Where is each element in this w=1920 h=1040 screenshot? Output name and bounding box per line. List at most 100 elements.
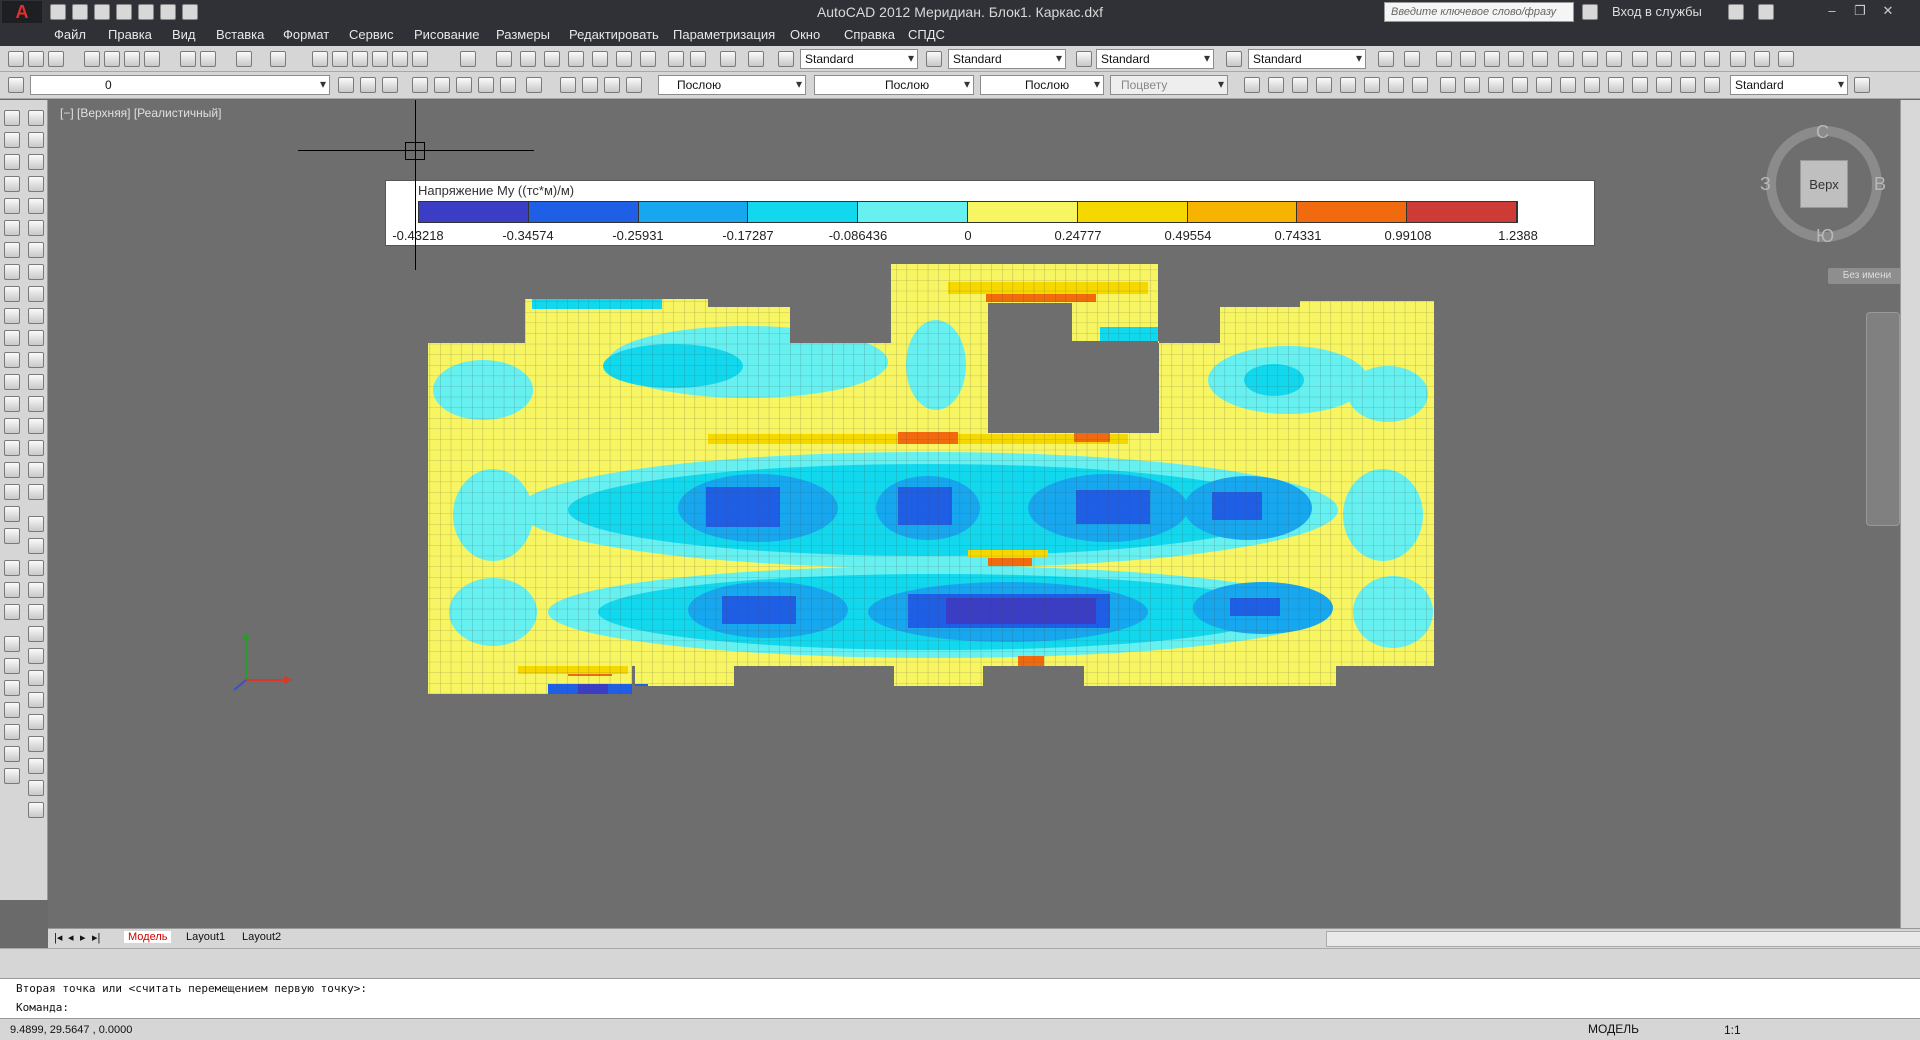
tab-model[interactable]: Модель bbox=[124, 931, 172, 943]
diameter-dim-icon[interactable] bbox=[28, 626, 44, 642]
snap-extension-icon[interactable] bbox=[1532, 51, 1548, 67]
menu-view[interactable]: Вид bbox=[172, 27, 196, 42]
baseline-dim-icon[interactable] bbox=[28, 692, 44, 708]
coordinates-readout[interactable]: 9.4899, 29.5647 , 0.0000 bbox=[10, 1024, 132, 1036]
compass-south[interactable]: Ю bbox=[1816, 226, 1834, 247]
viewcube[interactable]: Верх С Ю З В bbox=[1754, 110, 1886, 246]
arc-length-icon[interactable] bbox=[1292, 77, 1308, 93]
copy-icon[interactable] bbox=[200, 51, 216, 67]
arc-icon[interactable] bbox=[4, 220, 20, 236]
osnap-temporary-icon[interactable] bbox=[1378, 51, 1394, 67]
layer-icon[interactable] bbox=[4, 636, 20, 652]
zoom-extents-icon[interactable] bbox=[568, 51, 584, 67]
angular-dim-icon[interactable] bbox=[28, 648, 44, 664]
layer-isolate-icon[interactable] bbox=[720, 51, 736, 67]
dim-style-icon[interactable] bbox=[926, 51, 942, 67]
linetype-select[interactable]: Послою bbox=[814, 75, 974, 95]
layer-delete-icon[interactable] bbox=[4, 768, 20, 784]
blend-icon[interactable] bbox=[28, 462, 44, 478]
dim-style-select-2[interactable]: Standard bbox=[1730, 75, 1848, 95]
cut-icon[interactable] bbox=[180, 51, 196, 67]
make-block-icon[interactable] bbox=[4, 374, 20, 390]
snap-perpendicular-icon[interactable] bbox=[1632, 51, 1648, 67]
text-style-icon[interactable] bbox=[778, 51, 794, 67]
snap-insert-icon[interactable] bbox=[1680, 51, 1696, 67]
angular-dim-icon[interactable] bbox=[1412, 77, 1428, 93]
extend-icon[interactable] bbox=[28, 330, 44, 346]
layer-walk-icon[interactable] bbox=[526, 77, 542, 93]
layer-off-icon[interactable] bbox=[412, 77, 428, 93]
break-at-point-icon[interactable] bbox=[28, 352, 44, 368]
dim-style-select[interactable]: Standard bbox=[948, 49, 1066, 69]
menu-spds[interactable]: СПДС bbox=[908, 27, 945, 42]
menu-file[interactable]: Файл bbox=[54, 27, 86, 42]
markup-icon[interactable] bbox=[392, 51, 408, 67]
dim-style-manager-icon[interactable] bbox=[1854, 77, 1870, 93]
inspection-icon[interactable] bbox=[1608, 77, 1624, 93]
zoom-previous-icon[interactable] bbox=[544, 51, 560, 67]
snap-from-icon[interactable] bbox=[1404, 51, 1420, 67]
continue-dim-icon[interactable] bbox=[1488, 77, 1504, 93]
array-icon[interactable] bbox=[4, 604, 20, 620]
navigation-bar[interactable] bbox=[1866, 312, 1900, 526]
jogged-linear-icon[interactable] bbox=[1632, 77, 1648, 93]
dim-edit-icon[interactable] bbox=[1656, 77, 1672, 93]
group-icon[interactable] bbox=[4, 560, 20, 576]
zoom-out-icon[interactable] bbox=[616, 51, 632, 67]
menu-insert[interactable]: Вставка bbox=[216, 27, 264, 42]
quick-dim-icon[interactable] bbox=[28, 670, 44, 686]
sheet-set-icon[interactable] bbox=[372, 51, 388, 67]
insert-block-icon[interactable] bbox=[4, 352, 20, 368]
undo-icon[interactable] bbox=[236, 51, 252, 67]
tab-layout1[interactable]: Layout1 bbox=[182, 931, 229, 943]
command-line[interactable]: Вторая точка или <считать перемещением п… bbox=[0, 978, 1920, 1018]
region-icon[interactable] bbox=[4, 462, 20, 478]
tolerance-icon[interactable] bbox=[28, 736, 44, 752]
compass-west[interactable]: З bbox=[1760, 174, 1771, 195]
restore-button[interactable]: ❐ bbox=[1846, 0, 1874, 22]
help-icon[interactable] bbox=[460, 51, 476, 67]
snap-apparent-intersection-icon[interactable] bbox=[1508, 51, 1524, 67]
close-button[interactable]: ✕ bbox=[1874, 0, 1902, 22]
new-icon[interactable] bbox=[8, 51, 24, 67]
array-icon[interactable] bbox=[28, 198, 44, 214]
save-icon[interactable] bbox=[48, 51, 64, 67]
linear-dim-icon[interactable] bbox=[28, 516, 44, 532]
dim-space-icon[interactable] bbox=[1512, 77, 1528, 93]
layer-walk-icon[interactable] bbox=[4, 746, 20, 762]
fillet-icon[interactable] bbox=[28, 440, 44, 456]
properties-icon[interactable] bbox=[312, 51, 328, 67]
layer-thaw-all-icon[interactable] bbox=[582, 77, 598, 93]
ellipse-icon[interactable] bbox=[4, 308, 20, 324]
tool-palettes-icon[interactable] bbox=[352, 51, 368, 67]
search-input[interactable]: Введите ключевое слово/фразу bbox=[1384, 2, 1574, 22]
zoom-window-icon[interactable] bbox=[520, 51, 536, 67]
horizontal-scrollbar[interactable] bbox=[1326, 931, 1920, 947]
plot-icon[interactable] bbox=[160, 4, 176, 20]
quick-dim-icon[interactable] bbox=[1440, 77, 1456, 93]
redo-icon[interactable] bbox=[270, 51, 286, 67]
table-style-icon[interactable] bbox=[1076, 51, 1092, 67]
chamfer-icon[interactable] bbox=[28, 418, 44, 434]
break-icon[interactable] bbox=[28, 374, 44, 390]
trim-icon[interactable] bbox=[28, 308, 44, 324]
polyline-icon[interactable] bbox=[4, 154, 20, 170]
polygon-icon[interactable] bbox=[4, 176, 20, 192]
compass-north[interactable]: С bbox=[1816, 122, 1829, 143]
model-space-button[interactable]: МОДЕЛЬ bbox=[1588, 1022, 1639, 1036]
menu-edit[interactable]: Правка bbox=[108, 27, 152, 42]
layer-walk-icon[interactable] bbox=[748, 51, 764, 67]
new-icon[interactable] bbox=[50, 4, 66, 20]
aligned-dim-icon[interactable] bbox=[28, 538, 44, 554]
menu-help[interactable]: Справка bbox=[844, 27, 895, 42]
snap-none-icon[interactable] bbox=[1754, 51, 1770, 67]
dim-break-icon[interactable] bbox=[1536, 77, 1552, 93]
3d-print-icon[interactable] bbox=[144, 51, 160, 67]
command-prompt[interactable]: Команда: bbox=[16, 1001, 69, 1014]
layer-states-icon[interactable] bbox=[668, 51, 684, 67]
menu-modify[interactable]: Редактировать bbox=[569, 27, 659, 42]
tab-layout2[interactable]: Layout2 bbox=[238, 931, 285, 943]
continue-dim-icon[interactable] bbox=[28, 714, 44, 730]
center-mark-icon[interactable] bbox=[1584, 77, 1600, 93]
make-current-icon[interactable] bbox=[338, 77, 354, 93]
